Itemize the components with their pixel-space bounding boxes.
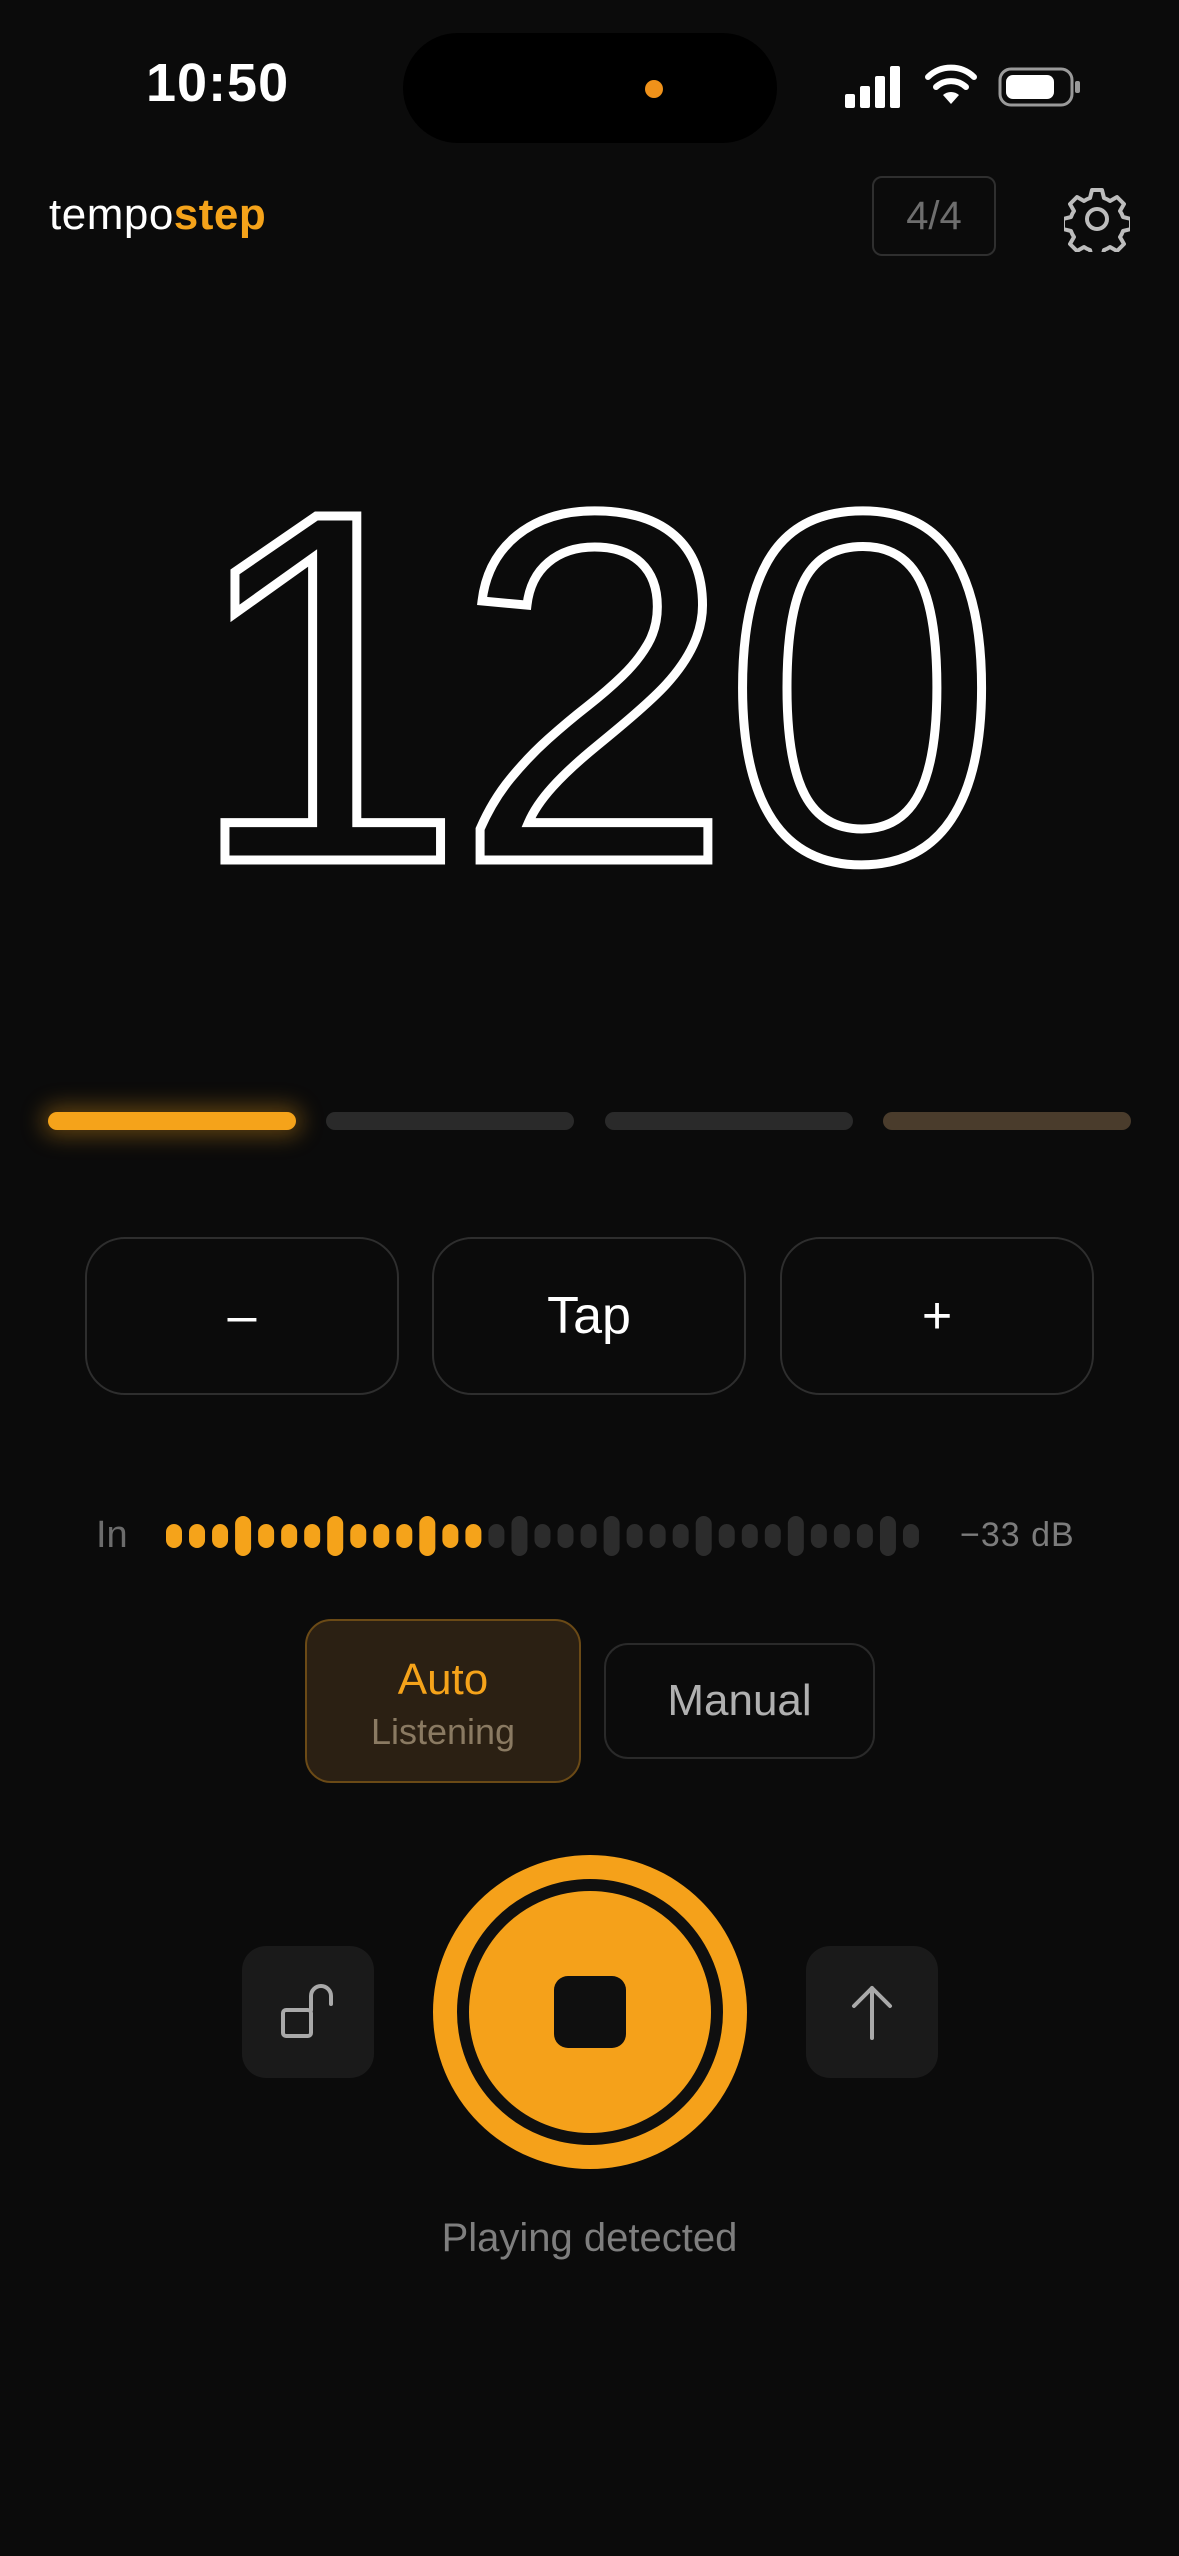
brand-text-tempo: tempo <box>49 190 174 239</box>
manual-mode-button[interactable]: Manual <box>604 1643 875 1759</box>
level-segment <box>396 1524 413 1548</box>
mic-indicator-dot <box>645 80 663 98</box>
level-segment <box>787 1516 804 1556</box>
auto-mode-button[interactable]: Auto Listening <box>305 1619 581 1783</box>
tempo-value: 120 <box>187 430 991 890</box>
share-button[interactable] <box>806 1946 938 2078</box>
stop-button[interactable] <box>433 1855 747 2169</box>
level-segment <box>304 1524 321 1548</box>
gear-icon[interactable] <box>1064 186 1130 252</box>
level-segment <box>649 1524 666 1548</box>
tempo-digits: 120 <box>182 430 1005 890</box>
level-segment <box>879 1516 896 1556</box>
stop-icon <box>554 1976 626 2048</box>
level-segment <box>718 1524 735 1548</box>
level-segment <box>626 1524 643 1548</box>
wifi-icon <box>925 64 977 104</box>
level-segment <box>741 1524 758 1548</box>
level-segment <box>166 1524 182 1548</box>
level-segment <box>580 1524 597 1548</box>
auto-mode-status: Listening <box>370 1711 516 1752</box>
decrease-tempo-button[interactable]: – <box>85 1237 399 1395</box>
level-segment <box>557 1524 574 1548</box>
level-segment <box>373 1524 390 1548</box>
time-signature-button[interactable]: 4/4 <box>872 176 996 256</box>
level-segment <box>672 1524 689 1548</box>
level-segment <box>350 1524 367 1548</box>
level-segment <box>212 1524 229 1548</box>
level-segment <box>603 1516 620 1556</box>
level-segment <box>327 1516 344 1556</box>
level-segment <box>902 1524 919 1548</box>
level-segment <box>695 1516 712 1556</box>
beat-indicator-3 <box>605 1112 853 1130</box>
level-segment <box>281 1524 298 1548</box>
arrow-up-icon <box>852 1986 892 2040</box>
increase-tempo-button[interactable]: + <box>780 1237 1094 1395</box>
level-segment <box>810 1524 827 1548</box>
dynamic-island <box>403 33 777 143</box>
beat-indicator-4 <box>883 1112 1131 1130</box>
battery-icon <box>998 67 1080 107</box>
input-label: In <box>96 1514 128 1556</box>
tempo-display[interactable]: 120 <box>0 430 1179 890</box>
auto-mode-label: Auto <box>397 1655 489 1704</box>
level-segment <box>534 1524 551 1548</box>
input-level-meter <box>166 1516 919 1556</box>
status-time: 10:50 <box>146 53 290 113</box>
brand-text-step: step <box>173 190 267 239</box>
level-segment <box>419 1516 436 1556</box>
lock-button[interactable] <box>242 1946 374 2078</box>
level-segment <box>833 1524 850 1548</box>
beat-indicator-2 <box>326 1112 574 1130</box>
level-segment <box>235 1516 252 1556</box>
level-segment <box>511 1516 528 1556</box>
level-segment <box>258 1524 275 1548</box>
beat-indicator-1 <box>48 1112 296 1130</box>
level-segment <box>488 1524 505 1548</box>
input-db-readout: −33 dB <box>960 1516 1075 1554</box>
level-segment <box>189 1524 206 1548</box>
level-segment <box>764 1524 781 1548</box>
level-segment <box>856 1524 873 1548</box>
app-logo: tempostep <box>49 190 266 240</box>
signal-icon <box>845 66 900 108</box>
detection-status: Playing detected <box>441 2216 738 2260</box>
tap-tempo-button[interactable]: Tap <box>432 1237 746 1395</box>
unlock-icon <box>281 1984 333 2038</box>
level-segment <box>442 1524 459 1548</box>
level-segment <box>465 1524 482 1548</box>
